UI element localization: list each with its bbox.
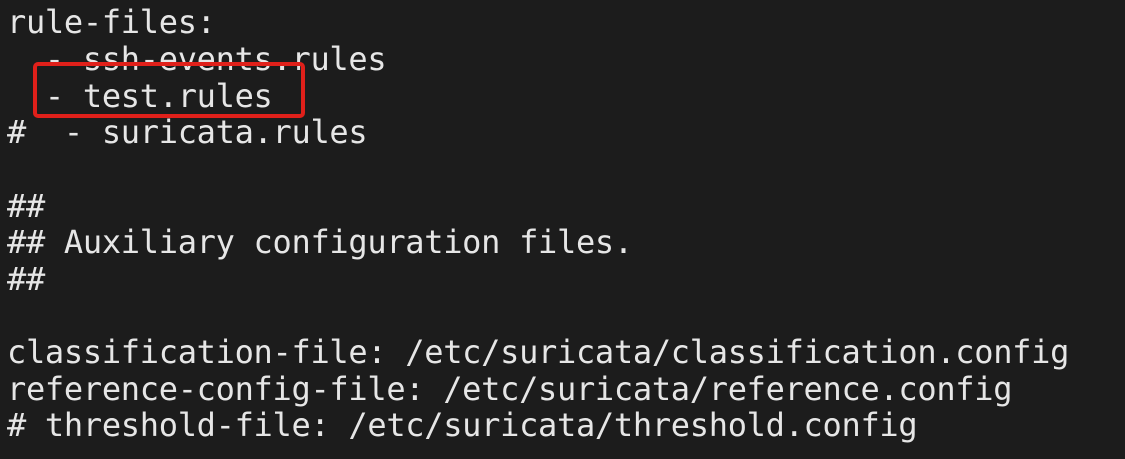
config-line-comment: ## <box>7 187 45 225</box>
config-line-test-rules: - test.rules <box>7 77 273 115</box>
config-line-auxiliary-comment: ## Auxiliary configuration files. <box>7 223 633 261</box>
config-line-suricata-rules: # - suricata.rules <box>7 113 368 151</box>
config-line-reference-config: reference-config-file: /etc/suricata/ref… <box>7 370 1013 408</box>
terminal-window[interactable]: rule-files: - ssh-events.rules - test.ru… <box>0 0 1125 459</box>
config-line-classification-file: classification-file: /etc/suricata/class… <box>7 333 1070 371</box>
config-line-rule-files: rule-files: <box>7 3 216 41</box>
config-line-ssh-events-rules: - ssh-events.rules <box>7 40 387 78</box>
config-line-comment: ## <box>7 260 45 298</box>
config-line-threshold-file: # threshold-file: /etc/suricata/threshol… <box>7 406 918 444</box>
